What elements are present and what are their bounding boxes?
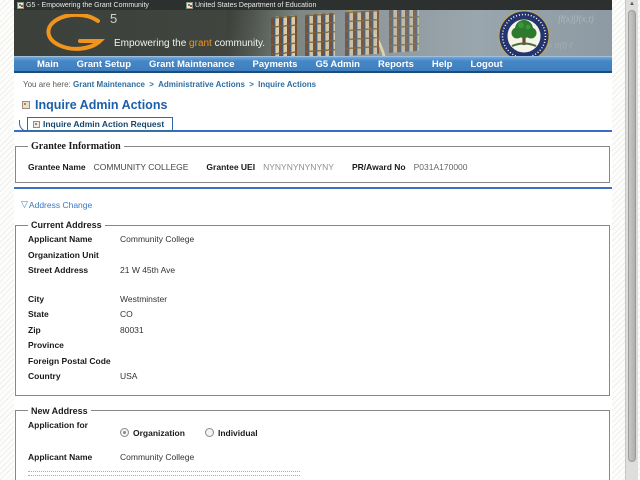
field-row: Street Address 21 W 45th Ave [28,265,601,281]
address-change-toggle[interactable]: ▽ Address Change [21,199,612,210]
nav-item-main[interactable]: Main [28,59,68,70]
organization-radio[interactable] [120,428,129,437]
header-banner: ∫f(x)∫f(x,t) x = π(t)·f 5 Empowering the… [14,10,612,56]
breadcrumb-separator: > [249,80,254,89]
nav-item-g5-admin[interactable]: G5 Admin [306,59,369,70]
new-applicant-name-value: Community College [120,451,195,462]
province-label: Province [28,340,64,350]
scroll-up-arrow-icon[interactable]: ▲ [626,0,638,8]
field-row-empty [28,281,601,294]
nav-item-logout[interactable]: Logout [461,59,511,70]
department-of-education-seal [498,10,550,56]
country-value: USA [120,371,138,381]
field-row: Foreign Postal Code [28,356,601,372]
broken-image-icon [22,101,30,109]
triangle-down-icon: ▽ [21,199,28,209]
main-content: G5 - Empowering the Grant Community Unit… [14,0,612,480]
state-label: State [28,309,49,319]
breadcrumb-prefix: You are here: [23,80,71,89]
tab-label: Inquire Admin Action Request [43,119,165,129]
state-value: CO [120,309,133,319]
broken-image-icon [17,1,24,9]
field-row: Country USA [28,371,601,387]
breadcrumb-link-inquire-actions[interactable]: Inquire Actions [258,80,316,89]
application-for-label: Application for [28,419,88,430]
application-for-row: Application for Organization Individual [28,420,601,446]
scrollbar-thumb[interactable] [628,10,636,462]
street-address-value: 21 W 45th Ave [120,265,176,275]
window-title-right-text: United States Department of Education [194,1,317,9]
grantee-uei-value: NYNYNYNYNYNY [263,162,334,172]
foreign-postal-code-label: Foreign Postal Code [28,355,111,366]
breadcrumb: You are here: Grant Maintenance > Admini… [14,73,612,89]
nav-item-reports[interactable]: Reports [369,59,423,70]
field-row: State CO [28,309,601,325]
vertical-scrollbar[interactable]: ▲ [625,0,638,480]
nav-item-payments[interactable]: Payments [244,59,307,70]
new-address-legend: New Address [31,405,88,416]
header-tagline: Empowering the grant community. [114,38,266,49]
grantee-information-fieldset: Grantee Information Grantee Name COMMUNI… [15,141,610,183]
individual-radio-label: Individual [217,427,258,438]
new-address-fieldset: New Address Application for Organization… [15,405,610,480]
field-row: Province [28,340,601,356]
current-address-legend: Current Address [31,220,102,230]
nav-item-grant-maintenance[interactable]: Grant Maintenance [140,59,244,70]
bookshelves [271,10,421,56]
g5-logo [46,14,106,51]
city-value: Westminster [120,293,168,304]
bookshelf-column [271,15,297,56]
new-applicant-name-label: Applicant Name [28,451,93,462]
grantee-information-fields: Grantee Name COMMUNITY COLLEGE Grantee U… [28,162,601,172]
grantee-uei-label: Grantee UEI [206,162,256,172]
field-row: City Westminster [28,294,601,310]
bookshelf-column [389,10,419,53]
bookshelf-column [345,10,379,56]
main-nav: Main Grant Setup Grant Maintenance Payme… [14,56,612,73]
window-title-strip: G5 - Empowering the Grant Community Unit… [14,0,612,10]
grantee-name-label: Grantee Name [28,162,86,172]
field-row: Zip 80031 [28,325,601,341]
organization-radio-label: Organization [133,427,185,438]
page-title-row: Inquire Admin Actions [22,98,612,112]
street-address-label: Street Address [28,265,89,275]
window-title-left: G5 - Empowering the Grant Community [14,1,149,9]
broken-image-icon [33,120,40,128]
zip-value: 80031 [120,324,144,335]
pr-award-no-value: P031A170000 [413,162,468,172]
country-label: Country [28,371,61,381]
application-for-radio-group: Organization Individual [120,428,278,438]
g5-logo-superscript: 5 [110,11,119,26]
tab-row: Inquire Admin Action Request [14,115,612,132]
field-row: Applicant Name Community College [28,452,601,468]
organization-unit-label: Organization Unit [28,249,99,260]
grantee-name-value: COMMUNITY COLLEGE [93,162,189,172]
breadcrumb-separator: > [149,80,154,89]
page-title: Inquire Admin Actions [35,98,168,112]
address-change-link[interactable]: Address Change [29,200,92,210]
applicant-name-value: Community College [120,234,195,244]
pr-award-no-label: PR/Award No [351,162,406,172]
nav-item-grant-setup[interactable]: Grant Setup [68,59,140,70]
window-title-left-text: G5 - Empowering the Grant Community [26,1,149,9]
applicant-name-input[interactable] [28,471,300,476]
zip-label: Zip [28,324,41,335]
grantee-information-legend: Grantee Information [31,141,121,152]
window-title-right: United States Department of Education [183,1,317,9]
current-address-fieldset: Current Address Applicant Name Community… [15,220,610,396]
library-photo: ∫f(x)∫f(x,t) x = π(t)·f [227,10,612,56]
field-row: Applicant Name Community College [28,234,601,250]
section-divider [14,187,612,189]
broken-image-icon [185,1,193,9]
individual-radio[interactable] [204,428,214,437]
field-row: Organization Unit [28,250,601,266]
breadcrumb-link-grant-maintenance[interactable]: Grant Maintenance [73,80,145,89]
bookshelf-column [305,12,335,56]
breadcrumb-link-administrative-actions[interactable]: Administrative Actions [158,80,245,89]
nav-item-help[interactable]: Help [423,59,462,70]
city-label: City [28,293,45,304]
applicant-name-label: Applicant Name [28,234,93,244]
tab-inquire-admin-action-request[interactable]: Inquire Admin Action Request [27,117,174,131]
chalkboard-formula: ∫f(x)∫f(x,t) [558,14,594,24]
